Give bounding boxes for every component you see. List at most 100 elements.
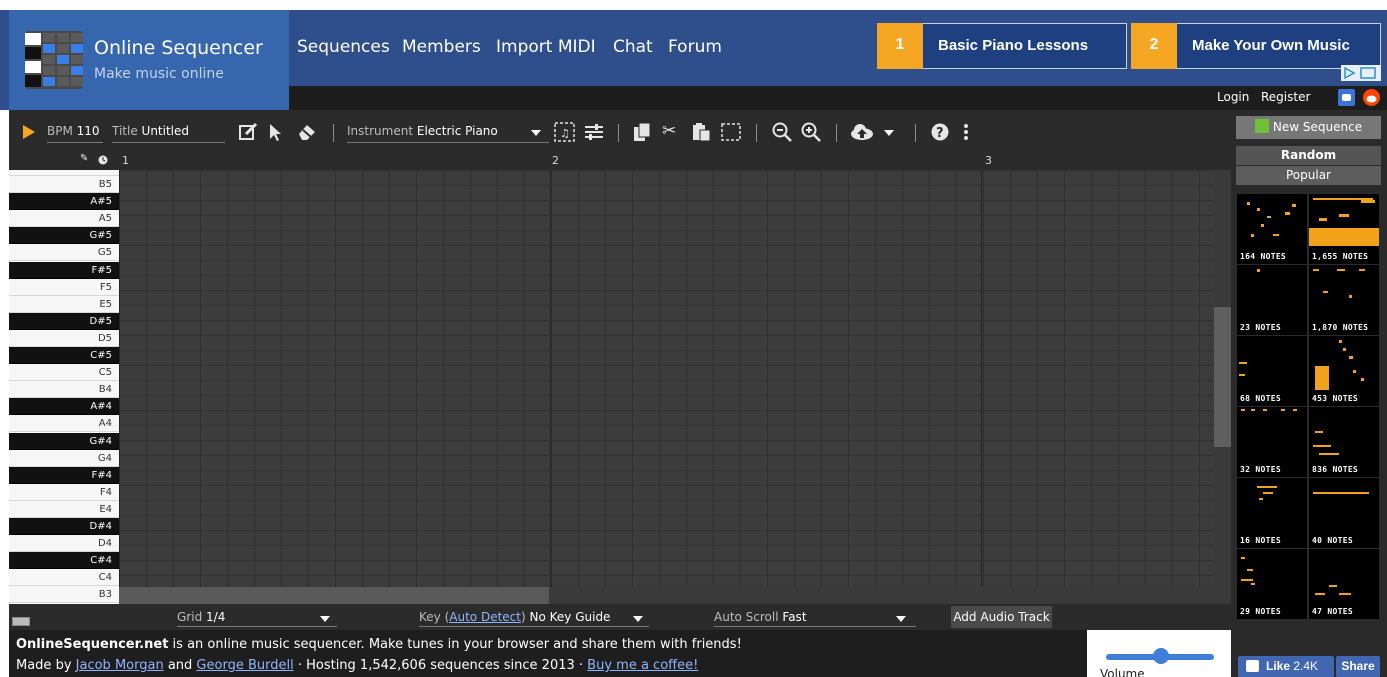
cut-icon[interactable]: ✂: [662, 121, 676, 141]
register-link[interactable]: Register: [1261, 90, 1310, 104]
nav-import-midi[interactable]: Import MIDI: [496, 37, 596, 57]
piano-key[interactable]: A5: [9, 210, 119, 228]
instrument-value[interactable]: Electric Piano: [417, 124, 498, 138]
piano-key[interactable]: C4: [9, 569, 119, 587]
select-all-icon[interactable]: [720, 122, 742, 142]
sequence-thumbnail[interactable]: 32 NOTES: [1237, 407, 1307, 477]
piano-key[interactable]: F#4: [9, 466, 119, 484]
grid-select[interactable]: Grid 1/4: [177, 610, 225, 624]
author-george-burdell-link[interactable]: George Burdell: [196, 658, 293, 673]
nav-chat[interactable]: Chat: [613, 37, 653, 57]
autoscroll-select[interactable]: Auto Scroll Fast: [714, 610, 807, 624]
eraser-icon[interactable]: [296, 122, 318, 142]
sequence-thumbnail[interactable]: 164 NOTES: [1237, 194, 1307, 264]
key-select[interactable]: Key (Auto Detect) No Key Guide: [419, 610, 610, 624]
volume-slider-knob[interactable]: [1153, 648, 1169, 664]
piano-key[interactable]: C#5: [9, 347, 119, 364]
sequence-thumbnail[interactable]: 453 NOTES: [1309, 336, 1379, 406]
new-sequence-button[interactable]: New Sequence: [1236, 116, 1381, 139]
note-grid[interactable]: [119, 170, 1214, 604]
logo-icon[interactable]: [25, 31, 83, 89]
help-icon[interactable]: ?: [931, 123, 949, 141]
sequence-thumbnail[interactable]: 47 NOTES: [1309, 549, 1379, 619]
site-title[interactable]: Online Sequencer: [94, 37, 263, 59]
sequence-thumbnail[interactable]: 23 NOTES: [1237, 265, 1307, 335]
piano-key[interactable]: C#4: [9, 552, 119, 570]
bpm-field[interactable]: BPM 110: [47, 124, 100, 138]
copy-icon[interactable]: [633, 122, 653, 142]
piano-key[interactable]: D#4: [9, 518, 119, 535]
tab-popular[interactable]: Popular: [1236, 166, 1381, 185]
piano-key[interactable]: B3: [9, 586, 119, 604]
ad-choices-icon[interactable]: [1341, 65, 1381, 81]
sequence-thumbnail[interactable]: 16 NOTES: [1237, 478, 1307, 548]
instrument-dropdown-icon[interactable]: [531, 130, 541, 136]
piano-key[interactable]: A#4: [9, 398, 119, 416]
title-field[interactable]: Title Untitled: [112, 124, 189, 138]
sequence-thumbnail[interactable]: 1,655 NOTES: [1309, 194, 1379, 264]
buy-coffee-link[interactable]: Buy me a coffee!: [587, 658, 698, 673]
sequence-thumbnail[interactable]: 1,870 NOTES: [1309, 265, 1379, 335]
piano-key[interactable]: B5: [9, 176, 119, 193]
piano-key[interactable]: G5: [9, 244, 119, 262]
login-link[interactable]: Login: [1217, 90, 1249, 104]
author-jacob-morgan-link[interactable]: Jacob Morgan: [76, 658, 164, 673]
nav-forum[interactable]: Forum: [668, 37, 722, 57]
piano-key[interactable]: G#5: [9, 227, 119, 245]
timeline-ruler[interactable]: [9, 152, 1214, 170]
zoom-out-icon[interactable]: [772, 122, 792, 142]
ad-make-your-own-music[interactable]: 2 Make Your Own Music: [1131, 23, 1381, 69]
discord-icon[interactable]: [1338, 89, 1355, 106]
sequence-thumbnail[interactable]: 40 NOTES: [1309, 478, 1379, 548]
piano-key[interactable]: F4: [9, 483, 119, 501]
zoom-in-icon[interactable]: [801, 122, 821, 142]
paste-icon[interactable]: [692, 122, 712, 142]
facebook-like-button[interactable]: Like 2.4K: [1238, 656, 1334, 677]
ad-basic-piano-lessons[interactable]: 1 Basic Piano Lessons: [877, 23, 1127, 69]
title-value[interactable]: Untitled: [142, 124, 189, 138]
facebook-share-button[interactable]: Share: [1336, 656, 1380, 677]
auto-detect-link[interactable]: Auto Detect: [449, 610, 521, 624]
piano-key[interactable]: B4: [9, 381, 119, 399]
clock-icon[interactable]: [98, 155, 108, 165]
key-dropdown-icon[interactable]: [633, 616, 643, 622]
cloud-upload-icon[interactable]: [849, 122, 875, 142]
sequence-thumbnail[interactable]: 68 NOTES: [1237, 336, 1307, 406]
piano-key[interactable]: A#5: [9, 193, 119, 211]
add-audio-track-button[interactable]: Add Audio Track: [951, 606, 1052, 628]
tab-random[interactable]: Random: [1236, 146, 1381, 165]
pencil-icon[interactable]: [238, 122, 258, 142]
piano-key[interactable]: G4: [9, 449, 119, 467]
piano-key[interactable]: E5: [9, 295, 119, 313]
piano-key[interactable]: F#5: [9, 261, 119, 279]
key-value[interactable]: No Key Guide: [530, 610, 611, 624]
autoscroll-value[interactable]: Fast: [782, 610, 806, 624]
piano-key[interactable]: A4: [9, 415, 119, 433]
vertical-scrollbar-thumb[interactable]: [1214, 307, 1231, 447]
sequence-thumbnail[interactable]: 29 NOTES: [1237, 549, 1307, 619]
grid-value[interactable]: 1/4: [206, 610, 225, 624]
piano-key[interactable]: D4: [9, 535, 119, 553]
horizontal-scrollbar-thumb[interactable]: [119, 587, 549, 604]
instrument-select-icon[interactable]: ♫: [554, 122, 576, 142]
nav-sequences[interactable]: Sequences: [297, 37, 390, 57]
pointer-icon[interactable]: [268, 122, 282, 142]
more-icon[interactable]: [963, 123, 969, 141]
sequence-thumbnail[interactable]: 836 NOTES: [1309, 407, 1379, 477]
piano-key[interactable]: E4: [9, 500, 119, 518]
instrument-settings-icon[interactable]: [584, 122, 604, 142]
upload-dropdown-icon[interactable]: [884, 130, 894, 136]
piano-key[interactable]: D5: [9, 329, 119, 347]
piano-key[interactable]: C5: [9, 364, 119, 382]
play-icon[interactable]: [22, 124, 36, 140]
grid-dropdown-icon[interactable]: [320, 616, 330, 622]
loop-icon[interactable]: ✎: [80, 153, 88, 164]
bpm-value[interactable]: 110: [77, 124, 100, 138]
piano-key[interactable]: G#4: [9, 432, 119, 450]
piano-key[interactable]: F5: [9, 278, 119, 296]
piano-key[interactable]: D#5: [9, 312, 119, 330]
autoscroll-dropdown-icon[interactable]: [896, 616, 906, 622]
reddit-icon[interactable]: [1363, 89, 1380, 106]
nav-members[interactable]: Members: [402, 37, 481, 57]
keyboard-toggle-icon[interactable]: [12, 617, 30, 626]
